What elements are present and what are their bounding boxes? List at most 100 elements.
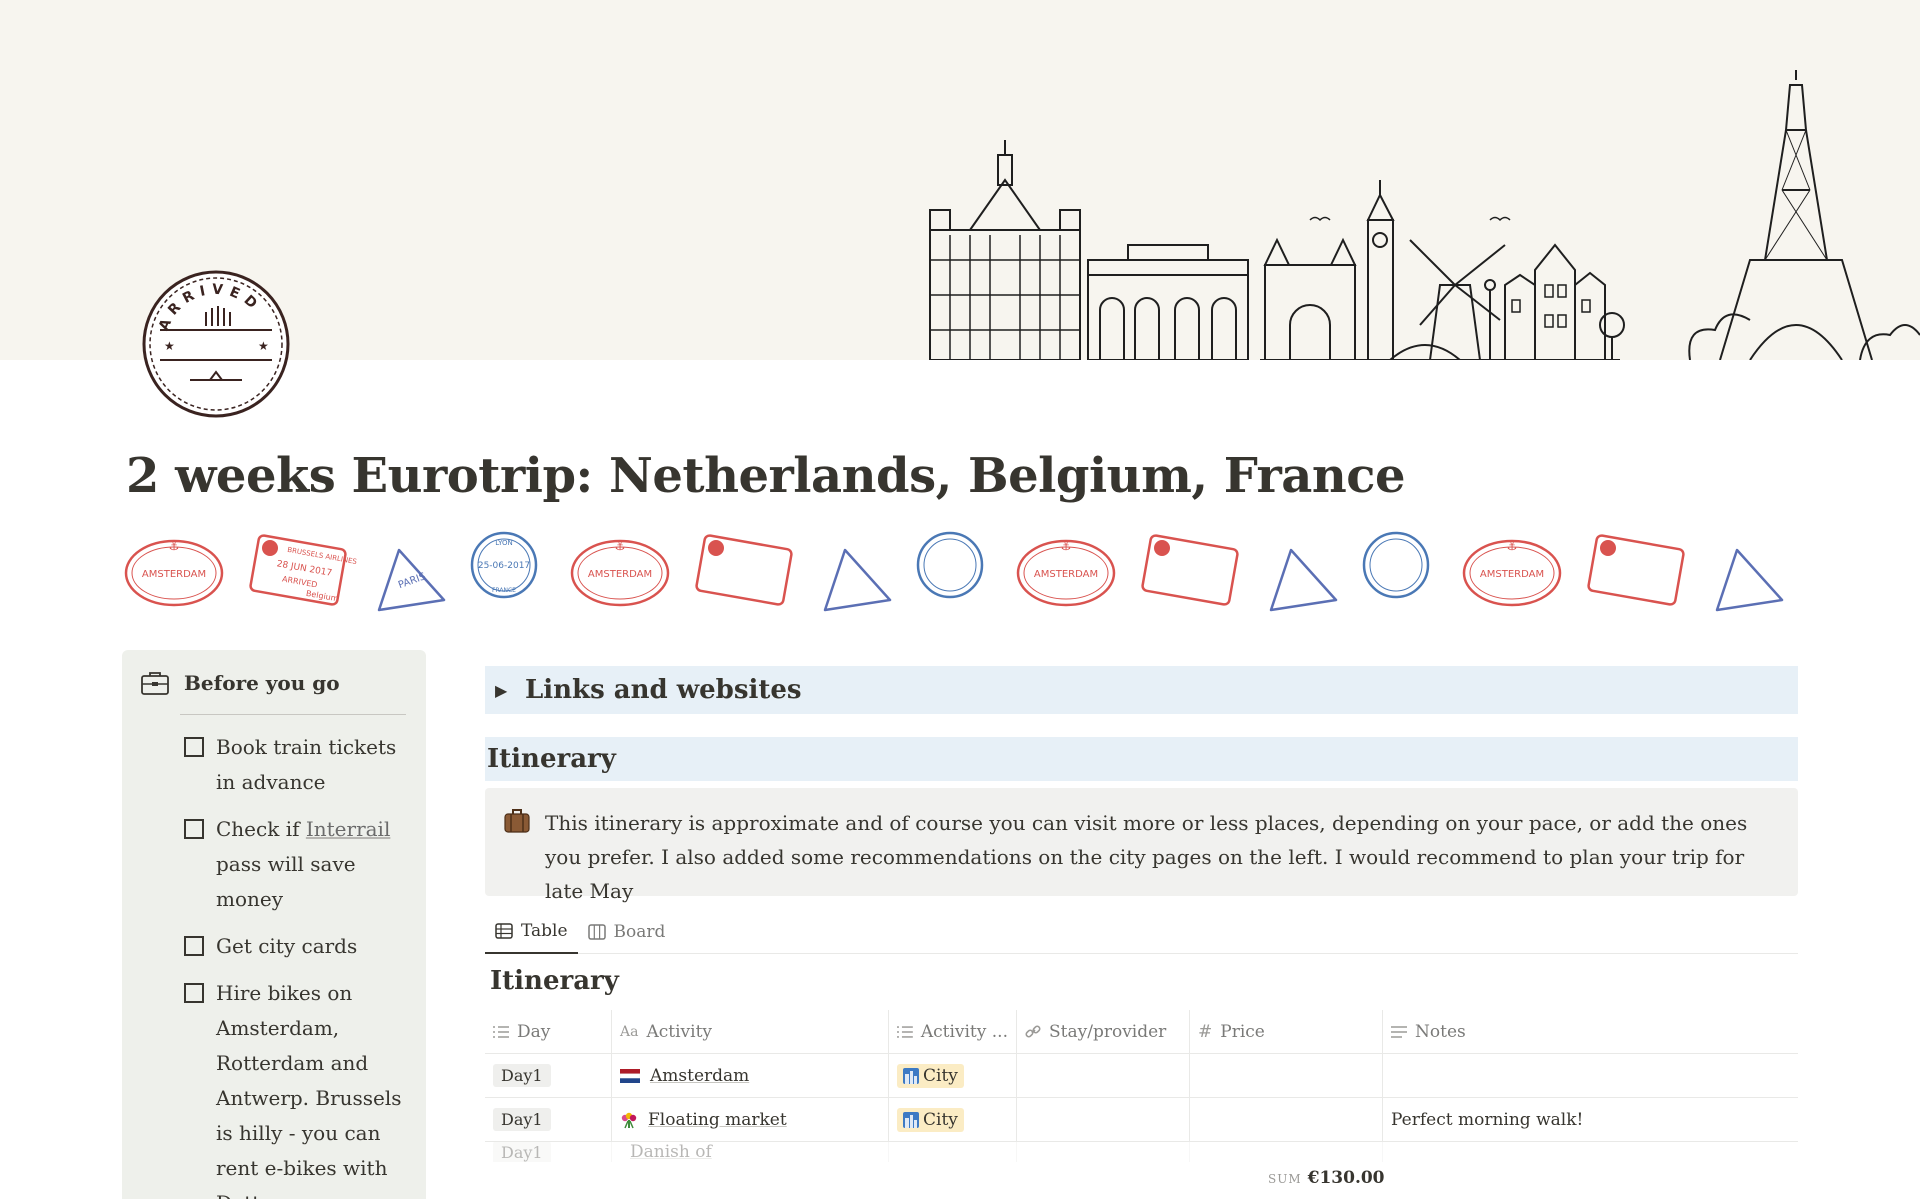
- table-icon: [495, 923, 513, 939]
- stamp-amsterdam-label: AMSTERDAM: [588, 569, 652, 580]
- cell-day[interactable]: Day1: [485, 1142, 612, 1162]
- todo-text[interactable]: Get city cards: [216, 929, 357, 964]
- stamp-brussels-arrived: ARRIVED: [281, 574, 318, 589]
- netherlands-flag-icon: [620, 1068, 640, 1083]
- column-header-stay[interactable]: Stay/provider: [1017, 1010, 1190, 1053]
- colonnade-drawing: [1087, 244, 1249, 360]
- cell-day[interactable]: Day1: [485, 1098, 612, 1141]
- interrail-link[interactable]: Interrail: [306, 817, 391, 841]
- church-drawing: [1263, 180, 1395, 360]
- divider: [180, 714, 406, 715]
- activity-title[interactable]: Danish of: [630, 1142, 712, 1162]
- stamp-amsterdam-label: AMSTERDAM: [1480, 569, 1544, 580]
- todo-list: Book train tickets in advance Check if I…: [184, 730, 414, 1199]
- column-header-activity-type[interactable]: Activity ...: [889, 1010, 1017, 1053]
- todo-text-suffix: pass will save money: [216, 852, 356, 911]
- itinerary-table: Day Aa Activity Activity ... Stay/provid…: [485, 1010, 1798, 1162]
- price-sum[interactable]: SUM €130.00: [1268, 1168, 1385, 1188]
- todo-checkbox[interactable]: [184, 737, 204, 757]
- toggle-arrow-icon[interactable]: ▶: [495, 681, 525, 700]
- text-aa-icon: Aa: [620, 1023, 639, 1040]
- tab-table[interactable]: Table: [485, 910, 578, 954]
- board-icon: [587, 924, 606, 940]
- activity-title[interactable]: Floating market: [648, 1110, 787, 1130]
- stamp-paris-label: PARIS: [397, 571, 428, 591]
- city-tag-label: City: [923, 1065, 958, 1086]
- briefcase-icon: [141, 672, 169, 695]
- cell-notes[interactable]: [1383, 1142, 1798, 1162]
- column-header-day[interactable]: Day: [485, 1010, 612, 1053]
- table-row[interactable]: Day1 Amsterdam City: [485, 1054, 1798, 1098]
- before-you-go-callout: Before you go Book train tickets in adva…: [122, 650, 426, 1199]
- todo-text[interactable]: Book train tickets in advance: [216, 730, 414, 800]
- todo-item: Get city cards: [184, 929, 414, 964]
- list-icon: [493, 1025, 509, 1038]
- cell-activity[interactable]: Amsterdam: [612, 1054, 889, 1097]
- passport-stamps-banner: ⚓ AMSTERDAM AMSTERDAM AMSTERDAM AMSTERDA…: [124, 531, 1784, 612]
- tab-label: Table: [521, 921, 568, 941]
- cell-stay[interactable]: [1017, 1098, 1190, 1141]
- column-label: Notes: [1415, 1021, 1466, 1042]
- todo-checkbox[interactable]: [184, 983, 204, 1003]
- cell-price[interactable]: [1190, 1054, 1383, 1097]
- sum-value: €130.00: [1307, 1168, 1385, 1188]
- toggle-label[interactable]: Links and websites: [525, 675, 802, 705]
- day-tag: Day1: [493, 1064, 551, 1087]
- table-header-row: Day Aa Activity Activity ... Stay/provid…: [485, 1010, 1798, 1054]
- cell-price[interactable]: [1190, 1142, 1383, 1162]
- todo-item: Check if Interrail pass will save money: [184, 812, 414, 917]
- list-icon: [897, 1025, 913, 1038]
- todo-text-prefix: Check if: [216, 817, 306, 841]
- cell-price[interactable]: [1190, 1098, 1383, 1141]
- cell-activity-type[interactable]: City: [889, 1054, 1017, 1097]
- heading-label[interactable]: Itinerary: [487, 744, 616, 774]
- todo-text[interactable]: Check if Interrail pass will save money: [216, 812, 414, 917]
- cell-stay[interactable]: [1017, 1054, 1190, 1097]
- tab-board[interactable]: Board: [578, 910, 676, 954]
- database-title[interactable]: Itinerary: [490, 966, 619, 996]
- lines-icon: [1391, 1025, 1407, 1038]
- palace-drawing: [929, 140, 1081, 360]
- database-view-tabs: Table Board: [485, 910, 1798, 954]
- itinerary-callout: This itinerary is approximate and of cou…: [485, 788, 1798, 903]
- stamp-lyon-date: 25-06-2017: [478, 561, 530, 571]
- suitcase-icon[interactable]: [503, 806, 531, 834]
- activity-title[interactable]: Amsterdam: [650, 1066, 749, 1086]
- windmill-drawing: [1389, 239, 1506, 360]
- day-tag: Day1: [493, 1142, 551, 1162]
- column-header-activity[interactable]: Aa Activity: [612, 1010, 889, 1053]
- cell-activity[interactable]: Floating market: [612, 1098, 889, 1141]
- sidebar-title: Before you go: [184, 671, 340, 695]
- cell-activity[interactable]: Danish of: [612, 1142, 889, 1162]
- cityscape-icon: [903, 1067, 919, 1084]
- column-label: Activity ...: [920, 1021, 1008, 1042]
- city-tag: City: [897, 1107, 964, 1132]
- city-tag-label: City: [923, 1109, 958, 1130]
- tulip-bouquet-icon: [621, 1112, 637, 1128]
- todo-text[interactable]: Hire bikes on Amsterdam, Rotterdam and A…: [216, 976, 414, 1199]
- table-row[interactable]: Day1 Floating market City Perfect mornin…: [485, 1098, 1798, 1142]
- table-row-partial[interactable]: Day1 Danish of: [485, 1142, 1798, 1162]
- cityscape-icon: [903, 1111, 919, 1128]
- page-title[interactable]: 2 weeks Eurotrip: Netherlands, Belgium, …: [126, 448, 1406, 504]
- todo-checkbox[interactable]: [184, 819, 204, 839]
- cell-stay[interactable]: [1017, 1142, 1190, 1162]
- cell-activity-type[interactable]: [889, 1142, 1017, 1162]
- stamp-lyon-label: LYON: [495, 539, 513, 547]
- itinerary-heading: Itinerary: [485, 737, 1798, 781]
- cell-notes[interactable]: Perfect morning walk!: [1383, 1098, 1798, 1141]
- callout-text[interactable]: This itinerary is approximate and of cou…: [545, 806, 1775, 908]
- arrived-stamp-icon[interactable]: ARRIVED ★ ★: [140, 268, 292, 420]
- cell-day[interactable]: Day1: [485, 1054, 612, 1097]
- hash-icon: #: [1198, 1021, 1213, 1042]
- cell-notes[interactable]: [1383, 1054, 1798, 1097]
- column-header-notes[interactable]: Notes: [1383, 1010, 1798, 1053]
- cell-activity-type[interactable]: City: [889, 1098, 1017, 1141]
- canal-houses-drawing: [1504, 243, 1625, 360]
- links-toggle[interactable]: ▶ Links and websites: [485, 666, 1798, 714]
- column-header-price[interactable]: # Price: [1190, 1010, 1383, 1053]
- stamp-amsterdam-label: AMSTERDAM: [142, 569, 206, 580]
- todo-checkbox[interactable]: [184, 936, 204, 956]
- sidebar-heading: Before you go: [140, 670, 410, 696]
- eiffel-tower-drawing: [1688, 70, 1920, 360]
